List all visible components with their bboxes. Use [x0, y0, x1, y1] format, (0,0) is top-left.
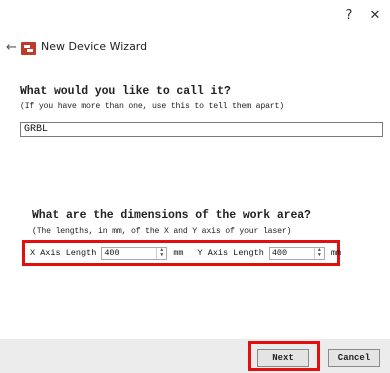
spinner-down-icon[interactable]: ▼ [160, 253, 163, 258]
spinner-down-icon[interactable]: ▼ [318, 253, 321, 258]
x-axis-length-input[interactable]: 400 ▲ ▼ [101, 246, 168, 260]
x-axis-value[interactable]: 400 [102, 248, 119, 258]
cancel-button[interactable]: Cancel [328, 349, 380, 367]
wizard-title: New Device Wizard [41, 40, 148, 53]
dimensions-subheading: (The lengths, in mm, of the X and Y axis… [32, 227, 292, 236]
wizard-footer: Next Cancel [0, 339, 390, 373]
next-highlight [248, 341, 320, 371]
help-button[interactable]: ? [339, 6, 359, 26]
close-button[interactable]: ✕ [365, 6, 385, 26]
name-heading: What would you like to call it? [20, 85, 231, 98]
name-subheading: (If you have more than one, use this to … [20, 102, 284, 111]
axis-row: X Axis Length 400 ▲ ▼ mm Y Axis Length 4… [30, 246, 355, 260]
y-axis-value[interactable]: 400 [270, 248, 287, 258]
dimensions-heading: What are the dimensions of the work area… [32, 209, 311, 222]
y-axis-unit: mm [330, 248, 342, 258]
x-axis-unit: mm [173, 248, 184, 258]
lightburn-logo-icon [21, 40, 36, 55]
back-arrow-icon[interactable]: ← [6, 40, 17, 55]
x-axis-spinner[interactable]: ▲ ▼ [156, 247, 166, 259]
y-axis-length-input[interactable]: 400 ▲ ▼ [268, 246, 325, 260]
y-axis-spinner[interactable]: ▲ ▼ [313, 247, 324, 259]
y-axis-label: Y Axis Length [197, 248, 264, 258]
x-axis-label: X Axis Length [30, 248, 97, 258]
device-name-input[interactable]: GRBL [20, 122, 383, 137]
